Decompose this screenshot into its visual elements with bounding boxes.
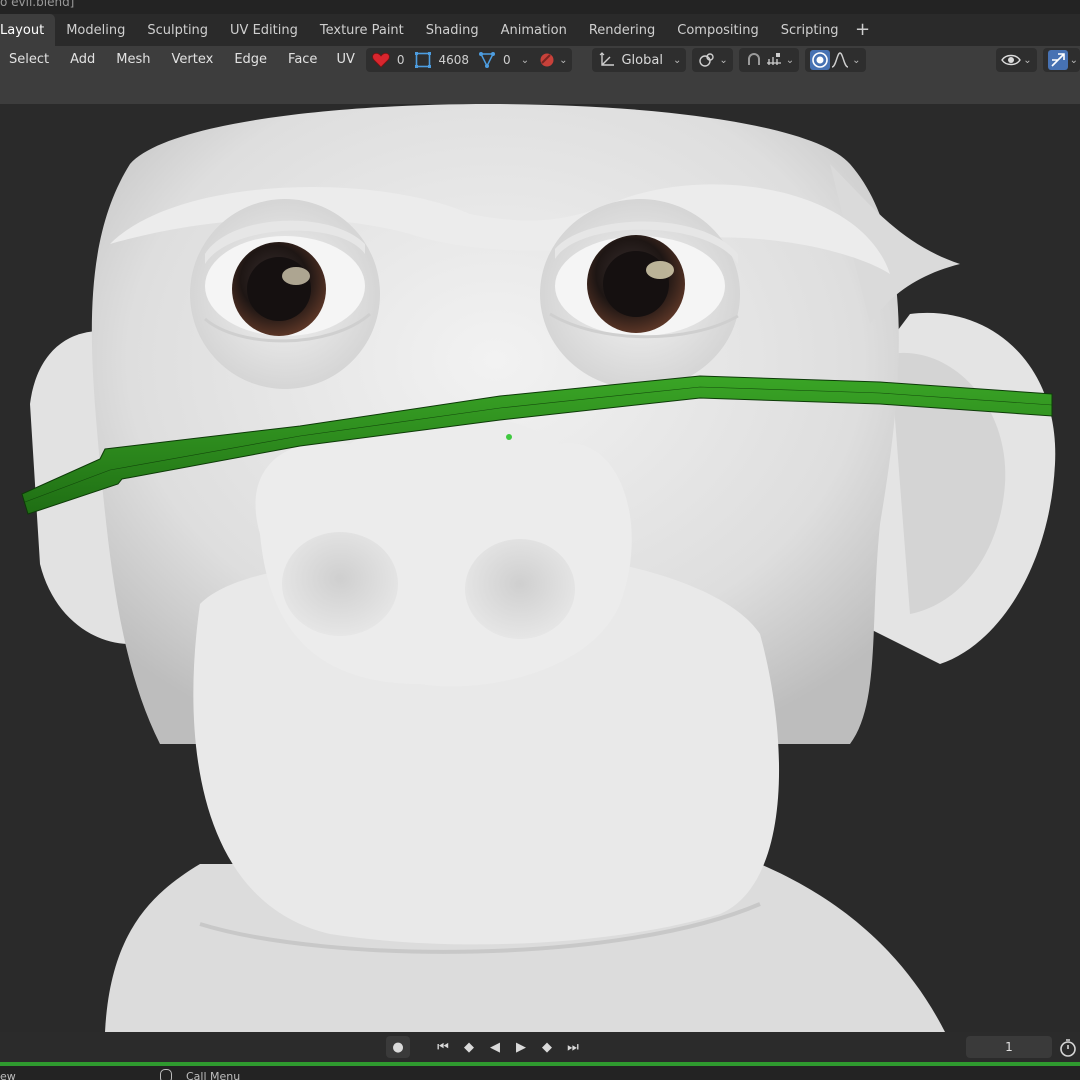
jump-end-icon[interactable]: ⏭ (562, 1036, 584, 1058)
play-reverse-icon[interactable]: ◀ (484, 1036, 506, 1058)
next-keyframe-icon[interactable]: ◆ (536, 1036, 558, 1058)
visibility-icon[interactable] (1001, 50, 1022, 70)
vertex-count: 0 (503, 53, 511, 67)
mouse-icon (160, 1069, 172, 1080)
favorites-count: 0 (396, 53, 405, 67)
workspace-tabs: Layout Modeling Sculpting UV Editing Tex… (0, 14, 1080, 46)
mesh-stats-group: 0 4608 0 ⌄ ⌄ (365, 48, 573, 72)
visibility-group[interactable]: ⌄ (996, 48, 1037, 72)
status-bar: ew Call Menu (0, 1066, 1080, 1080)
pivot-group[interactable]: ⌄ (692, 48, 733, 72)
orientation-label: Global (621, 52, 663, 68)
chevron-down-icon: ⌄ (672, 54, 682, 66)
falloff-icon[interactable] (830, 50, 850, 70)
menu-vertex[interactable]: Vertex (165, 46, 221, 74)
prev-keyframe-icon[interactable]: ◆ (458, 1036, 480, 1058)
window-title-bar: o evil.blend] (0, 0, 1080, 14)
timeline-bar: ● ⏮ ◆ ◀ ▶ ◆ ⏭ 1 (0, 1032, 1080, 1062)
tab-shading[interactable]: Shading (415, 14, 490, 46)
gizmo-group[interactable]: ⌄ (1042, 48, 1080, 72)
status-left-text: ew (0, 1070, 16, 1080)
tab-rendering[interactable]: Rendering (578, 14, 666, 46)
record-icon[interactable]: ● (386, 1036, 410, 1058)
status-call-menu: Call Menu (186, 1070, 241, 1080)
menu-edge[interactable]: Edge (227, 46, 274, 74)
menu-face[interactable]: Face (281, 46, 324, 74)
tab-uv-editing[interactable]: UV Editing (219, 14, 309, 46)
chevron-down-icon[interactable]: ⌄ (719, 55, 727, 66)
vertex-select-icon[interactable] (477, 50, 497, 70)
heart-icon[interactable] (371, 50, 391, 70)
chevron-down-icon[interactable]: ⌄ (852, 55, 860, 66)
gizmo-icon[interactable] (1047, 50, 1068, 70)
face-count: 4608 (438, 53, 470, 67)
tab-animation[interactable]: Animation (490, 14, 578, 46)
chevron-down-icon[interactable]: ⌄ (1070, 55, 1078, 66)
tab-scripting[interactable]: Scripting (770, 14, 850, 46)
viewport-render (21, 104, 1056, 1032)
snap-increment-icon[interactable] (764, 50, 784, 70)
viewport-header: Select Add Mesh Vertex Edge Face UV 0 46… (0, 46, 1080, 74)
chevron-down-icon[interactable]: ⌄ (1023, 55, 1031, 66)
pivot-icon[interactable] (697, 50, 717, 70)
jump-start-icon[interactable]: ⏮ (432, 1036, 454, 1058)
menu-select[interactable]: Select (0, 46, 56, 74)
tab-texture-paint[interactable]: Texture Paint (309, 14, 415, 46)
chevron-down-icon[interactable]: ⌄ (559, 55, 567, 66)
proportional-edit-group: ⌄ (805, 48, 866, 72)
tool-settings-bar (0, 74, 1080, 104)
playback-controls: ● ⏮ ◆ ◀ ▶ ◆ ⏭ (386, 1035, 584, 1059)
face-select-icon[interactable] (413, 50, 433, 70)
add-workspace-button[interactable]: + (850, 15, 876, 45)
orientation-icon (597, 50, 617, 70)
menu-add[interactable]: Add (63, 46, 102, 74)
window-title: o evil.blend] (0, 0, 75, 9)
tab-modeling[interactable]: Modeling (55, 14, 136, 46)
current-frame-field[interactable]: 1 (966, 1036, 1052, 1058)
3d-viewport[interactable] (0, 104, 1080, 1032)
chevron-down-icon[interactable]: ⌄ (521, 55, 529, 66)
menu-uv[interactable]: UV (329, 46, 361, 74)
tab-layout[interactable]: Layout (0, 14, 56, 46)
tab-compositing[interactable]: Compositing (666, 14, 770, 46)
orientation-dropdown[interactable]: Global ⌄ (592, 48, 687, 72)
play-icon[interactable]: ▶ (510, 1036, 532, 1058)
menu-mesh[interactable]: Mesh (109, 46, 157, 74)
proportional-edit-icon[interactable] (810, 50, 831, 70)
tab-sculpting[interactable]: Sculpting (136, 14, 219, 46)
material-icon[interactable] (537, 50, 557, 70)
snap-group: ⌄ (738, 48, 800, 72)
stopwatch-icon[interactable] (1058, 1038, 1078, 1058)
snap-icon[interactable] (744, 50, 764, 70)
chevron-down-icon[interactable]: ⌄ (786, 55, 794, 66)
